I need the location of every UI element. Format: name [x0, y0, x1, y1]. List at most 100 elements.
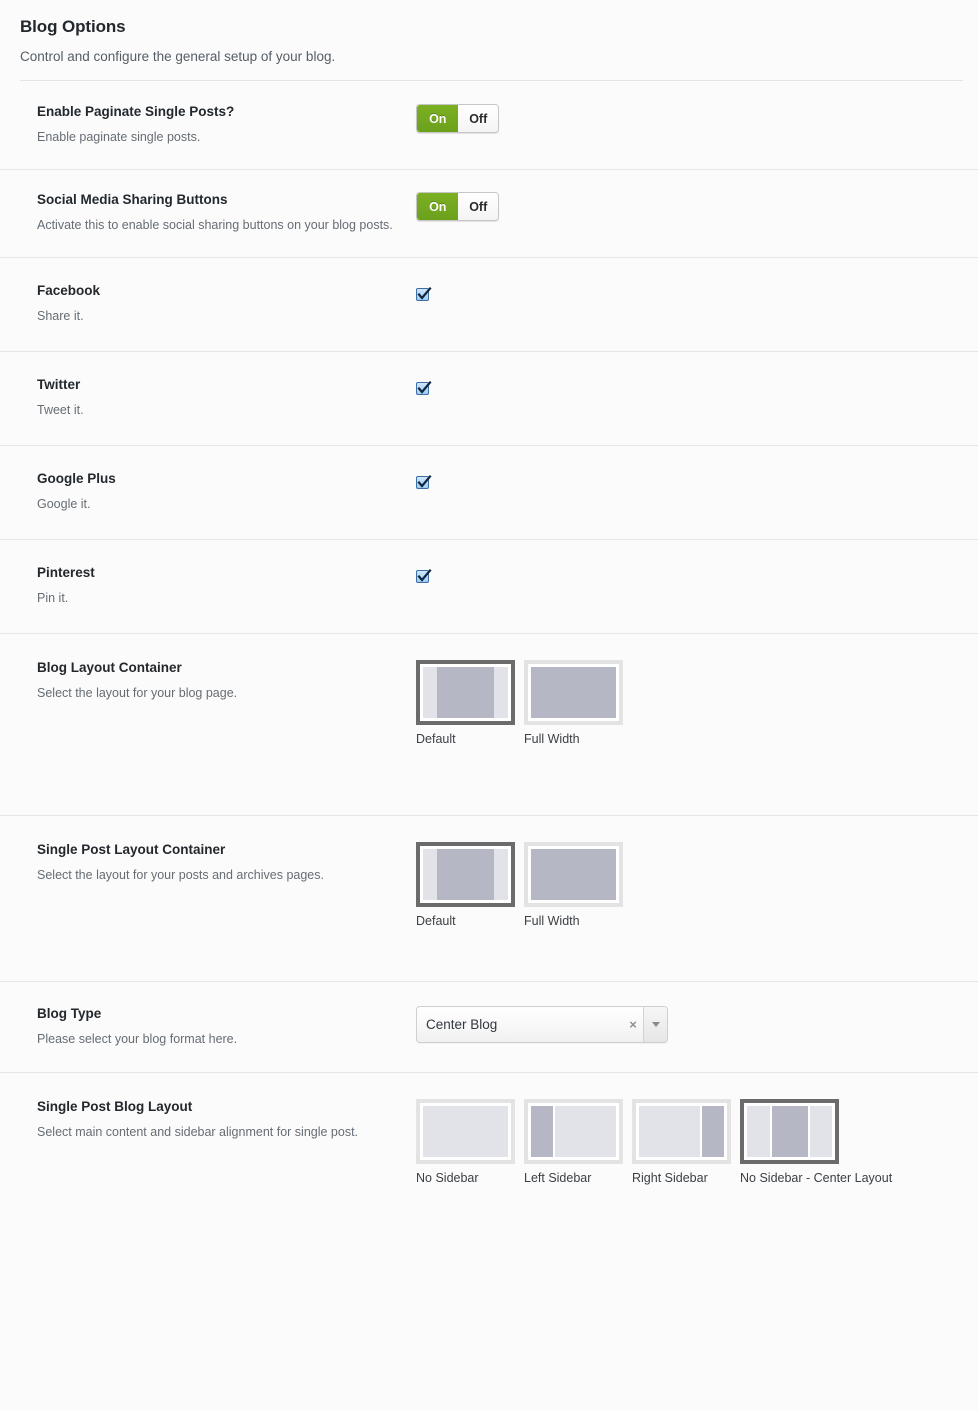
field-title: Blog Type: [37, 1006, 102, 1021]
field-description: Tweet it.: [37, 403, 84, 417]
layout-thumbnail-left-sidebar: [524, 1099, 623, 1164]
field-title: Pinterest: [37, 565, 95, 580]
image-select-option-default[interactable]: Default: [416, 660, 515, 747]
image-select-option-label: Full Width: [524, 914, 580, 928]
field-title: Twitter: [37, 377, 81, 392]
field-row-blog-layout-container: Blog Layout Container Select the layout …: [0, 633, 978, 815]
field-description: Select the layout for your blog page.: [37, 686, 238, 700]
checkmark-icon: [417, 380, 432, 394]
image-select-option-left-sidebar[interactable]: Left Sidebar: [524, 1099, 623, 1186]
image-select-option-full-width[interactable]: Full Width: [524, 660, 623, 747]
field-row-single-post-layout-container: Single Post Layout Container Select the …: [0, 815, 978, 981]
image-select-option-no-sidebar-center-layout[interactable]: No Sidebar - Center Layout: [740, 1099, 892, 1186]
field-control-column: [416, 470, 963, 489]
field-description: Activate this to enable social sharing b…: [37, 218, 393, 232]
image-select-option-default[interactable]: Default: [416, 842, 515, 929]
field-row-pinterest: Pinterest Pin it.: [0, 539, 978, 633]
image-select-option-label: Right Sidebar: [632, 1171, 708, 1185]
image-select-option-label: Full Width: [524, 732, 580, 746]
layout-thumbnail-boxed: [416, 660, 515, 725]
field-title: Blog Layout Container: [37, 660, 182, 675]
field-title: Single Post Blog Layout: [37, 1099, 193, 1114]
layout-thumbnail-boxed: [416, 842, 515, 907]
checkbox-twitter[interactable]: [416, 380, 432, 395]
checkbox-pinterest[interactable]: [416, 568, 432, 583]
field-label-column: Blog Layout Container Select the layout …: [37, 659, 416, 702]
field-row-social-media-sharing-buttons: Social Media Sharing Buttons Activate th…: [0, 169, 978, 257]
switch-on-label[interactable]: On: [417, 105, 459, 132]
field-row-google-plus: Google Plus Google it.: [0, 445, 978, 539]
field-description: Pin it.: [37, 591, 69, 605]
image-select-option-no-sidebar[interactable]: No Sidebar: [416, 1099, 515, 1186]
field-label-column: Google Plus Google it.: [37, 470, 416, 513]
image-select-single-post-layout-container: Default Full Width: [416, 842, 963, 929]
field-row-blog-type: Blog Type Please select your blog format…: [0, 981, 978, 1072]
layout-thumbnail-center: [740, 1099, 839, 1164]
field-description: Google it.: [37, 497, 91, 511]
page-subtitle: Control and configure the general setup …: [20, 49, 336, 64]
image-select-option-right-sidebar[interactable]: Right Sidebar: [632, 1099, 731, 1186]
field-row-facebook: Facebook Share it.: [0, 257, 978, 351]
field-row-twitter: Twitter Tweet it.: [0, 351, 978, 445]
checkbox-facebook[interactable]: [416, 286, 432, 301]
switch-social-media-sharing-buttons[interactable]: On Off: [416, 192, 499, 221]
image-select-option-label: Left Sidebar: [524, 1171, 592, 1185]
field-description: Share it.: [37, 309, 84, 323]
panel-header: Blog Options Control and configure the g…: [0, 0, 978, 67]
field-title: Enable Paginate Single Posts?: [37, 104, 235, 119]
field-description: Select main content and sidebar alignmen…: [37, 1125, 359, 1139]
select-blog-type[interactable]: Center Blog ×: [416, 1006, 668, 1043]
switch-enable-paginate-single-posts[interactable]: On Off: [416, 104, 499, 133]
checkbox-google-plus[interactable]: [416, 474, 432, 489]
field-label-column: Blog Type Please select your blog format…: [37, 1005, 416, 1048]
image-select-blog-layout-container: Default Full Width: [416, 660, 963, 747]
field-control-column: On Off: [416, 191, 963, 221]
clear-icon[interactable]: ×: [623, 1007, 643, 1042]
page-title: Blog Options: [20, 17, 126, 36]
field-control-column: [416, 564, 963, 583]
field-control-column: On Off: [416, 103, 963, 133]
field-label-column: Single Post Blog Layout Select main cont…: [37, 1098, 416, 1141]
field-label-column: Social Media Sharing Buttons Activate th…: [37, 191, 416, 234]
field-label-column: Enable Paginate Single Posts? Enable pag…: [37, 103, 416, 146]
field-row-enable-paginate-single-posts: Enable Paginate Single Posts? Enable pag…: [0, 81, 978, 169]
field-label-column: Facebook Share it.: [37, 282, 416, 325]
caret-shape: [651, 1022, 660, 1027]
image-select-option-label: No Sidebar - Center Layout: [740, 1171, 893, 1185]
field-control-column: [416, 282, 963, 301]
layout-thumbnail-right-sidebar: [632, 1099, 731, 1164]
layout-thumbnail-no-sidebar: [416, 1099, 515, 1164]
field-title: Facebook: [37, 283, 101, 298]
field-description: Enable paginate single posts.: [37, 130, 201, 144]
field-row-single-post-blog-layout: Single Post Blog Layout Select main cont…: [0, 1072, 978, 1216]
field-control-column: Default Full Width: [416, 659, 963, 747]
image-select-option-full-width[interactable]: Full Width: [524, 842, 623, 929]
switch-off-label[interactable]: Off: [458, 105, 498, 132]
switch-on-label[interactable]: On: [417, 193, 459, 220]
blog-options-panel: Blog Options Control and configure the g…: [0, 0, 978, 1216]
field-title: Single Post Layout Container: [37, 842, 226, 857]
layout-thumbnail-full-width: [524, 660, 623, 725]
field-control-column: Default Full Width: [416, 841, 963, 929]
field-control-column: [416, 376, 963, 395]
image-select-option-label: No Sidebar: [416, 1171, 479, 1185]
field-description: Select the layout for your posts and arc…: [37, 868, 324, 882]
checkmark-icon: [417, 474, 432, 488]
chevron-down-icon[interactable]: [643, 1007, 667, 1042]
image-select-single-post-blog-layout: No Sidebar Left Sidebar Right Sidebar No…: [416, 1099, 963, 1186]
select-blog-type-value[interactable]: Center Blog: [417, 1007, 623, 1042]
field-control-column: Center Blog ×: [416, 1005, 963, 1043]
field-description: Please select your blog format here.: [37, 1032, 238, 1046]
field-title: Google Plus: [37, 471, 116, 486]
checkmark-icon: [417, 286, 432, 300]
checkmark-icon: [417, 568, 432, 582]
field-control-column: No Sidebar Left Sidebar Right Sidebar No…: [416, 1098, 963, 1186]
field-title: Social Media Sharing Buttons: [37, 192, 228, 207]
layout-thumbnail-full-width: [524, 842, 623, 907]
switch-off-label[interactable]: Off: [458, 193, 498, 220]
field-label-column: Single Post Layout Container Select the …: [37, 841, 416, 884]
image-select-option-label: Default: [416, 732, 456, 746]
image-select-option-label: Default: [416, 914, 456, 928]
field-label-column: Twitter Tweet it.: [37, 376, 416, 419]
field-label-column: Pinterest Pin it.: [37, 564, 416, 607]
